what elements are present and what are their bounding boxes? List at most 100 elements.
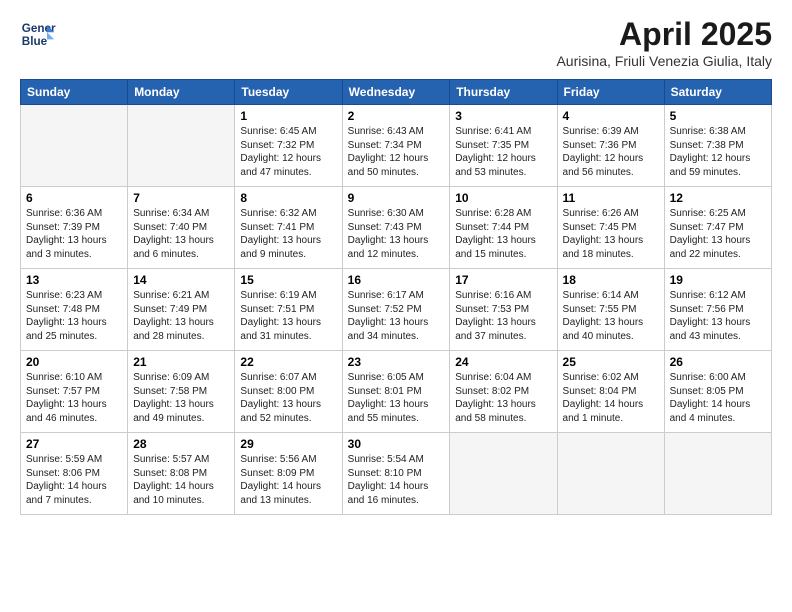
svg-text:General: General: [22, 22, 56, 35]
day-number: 13: [26, 273, 122, 287]
day-info: Sunrise: 6:12 AM Sunset: 7:56 PM Dayligh…: [670, 289, 766, 343]
day-cell: 20 Sunrise: 6:10 AM Sunset: 7:57 PM Dayli…: [21, 351, 128, 433]
day-number: 1: [240, 109, 336, 123]
day-cell: 27 Sunrise: 5:59 AM Sunset: 8:06 PM Dayli…: [21, 433, 128, 515]
header-cell-saturday: Saturday: [664, 80, 771, 105]
day-cell: 9 Sunrise: 6:30 AM Sunset: 7:43 PM Daylig…: [342, 187, 450, 269]
day-cell: [128, 105, 235, 187]
day-cell: 8 Sunrise: 6:32 AM Sunset: 7:41 PM Daylig…: [235, 187, 342, 269]
day-number: 6: [26, 191, 122, 205]
day-number: 5: [670, 109, 766, 123]
day-info: Sunrise: 5:59 AM Sunset: 8:06 PM Dayligh…: [26, 453, 122, 507]
day-info: Sunrise: 6:05 AM Sunset: 8:01 PM Dayligh…: [348, 371, 445, 425]
day-cell: 6Sunrise: 6:36 AM Sunset: 7:39 PM Daylig…: [21, 187, 128, 269]
day-number: 23: [348, 355, 445, 369]
day-cell: 29 Sunrise: 5:56 AM Sunset: 8:09 PM Dayli…: [235, 433, 342, 515]
day-cell: 21 Sunrise: 6:09 AM Sunset: 7:58 PM Dayli…: [128, 351, 235, 433]
day-info: Sunrise: 6:45 AM Sunset: 7:32 PM Dayligh…: [240, 125, 336, 179]
day-info: Sunrise: 5:56 AM Sunset: 8:09 PM Dayligh…: [240, 453, 336, 507]
day-info: Sunrise: 6:07 AM Sunset: 8:00 PM Dayligh…: [240, 371, 336, 425]
day-cell: 30Sunrise: 5:54 AM Sunset: 8:10 PM Dayli…: [342, 433, 450, 515]
day-number: 3: [455, 109, 551, 123]
day-number: 18: [563, 273, 659, 287]
day-cell: 7Sunrise: 6:34 AM Sunset: 7:40 PM Daylig…: [128, 187, 235, 269]
month-title: April 2025: [556, 16, 772, 53]
week-row-5: 27 Sunrise: 5:59 AM Sunset: 8:06 PM Dayli…: [21, 433, 772, 515]
day-number: 24: [455, 355, 551, 369]
day-number: 21: [133, 355, 229, 369]
day-info: Sunrise: 6:28 AM Sunset: 7:44 PM Dayligh…: [455, 207, 551, 261]
day-cell: 4 Sunrise: 6:39 AM Sunset: 7:36 PM Daylig…: [557, 105, 664, 187]
day-info: Sunrise: 6:26 AM Sunset: 7:45 PM Dayligh…: [563, 207, 659, 261]
day-number: 17: [455, 273, 551, 287]
page: General Blue April 2025 Aurisina, Friuli…: [0, 0, 792, 612]
day-cell: 15 Sunrise: 6:19 AM Sunset: 7:51 PM Dayli…: [235, 269, 342, 351]
day-info: Sunrise: 6:38 AM Sunset: 7:38 PM Dayligh…: [670, 125, 766, 179]
header-cell-monday: Monday: [128, 80, 235, 105]
header-cell-tuesday: Tuesday: [235, 80, 342, 105]
day-number: 4: [563, 109, 659, 123]
day-number: 11: [563, 191, 659, 205]
day-info: Sunrise: 6:02 AM Sunset: 8:04 PM Dayligh…: [563, 371, 659, 425]
day-info: Sunrise: 6:00 AM Sunset: 8:05 PM Dayligh…: [670, 371, 766, 425]
day-cell: 10 Sunrise: 6:28 AM Sunset: 7:44 PM Dayli…: [450, 187, 557, 269]
day-cell: 18 Sunrise: 6:14 AM Sunset: 7:55 PM Dayli…: [557, 269, 664, 351]
day-info: Sunrise: 6:17 AM Sunset: 7:52 PM Dayligh…: [348, 289, 445, 343]
day-cell: 1 Sunrise: 6:45 AM Sunset: 7:32 PM Daylig…: [235, 105, 342, 187]
week-row-3: 13Sunrise: 6:23 AM Sunset: 7:48 PM Dayli…: [21, 269, 772, 351]
day-number: 10: [455, 191, 551, 205]
day-number: 12: [670, 191, 766, 205]
day-cell: 23 Sunrise: 6:05 AM Sunset: 8:01 PM Dayli…: [342, 351, 450, 433]
day-number: 9: [348, 191, 445, 205]
day-number: 8: [240, 191, 336, 205]
week-row-4: 20 Sunrise: 6:10 AM Sunset: 7:57 PM Dayli…: [21, 351, 772, 433]
day-info: Sunrise: 6:04 AM Sunset: 8:02 PM Dayligh…: [455, 371, 551, 425]
header-cell-thursday: Thursday: [450, 80, 557, 105]
logo-icon: General Blue: [20, 16, 56, 52]
day-cell: [450, 433, 557, 515]
day-info: Sunrise: 6:09 AM Sunset: 7:58 PM Dayligh…: [133, 371, 229, 425]
header-cell-sunday: Sunday: [21, 80, 128, 105]
day-number: 30: [348, 437, 445, 451]
day-cell: 14 Sunrise: 6:21 AM Sunset: 7:49 PM Dayli…: [128, 269, 235, 351]
day-cell: 24 Sunrise: 6:04 AM Sunset: 8:02 PM Dayli…: [450, 351, 557, 433]
day-cell: 3 Sunrise: 6:41 AM Sunset: 7:35 PM Daylig…: [450, 105, 557, 187]
week-row-1: 1 Sunrise: 6:45 AM Sunset: 7:32 PM Daylig…: [21, 105, 772, 187]
day-number: 26: [670, 355, 766, 369]
svg-text:Blue: Blue: [22, 35, 48, 48]
day-number: 19: [670, 273, 766, 287]
day-info: Sunrise: 6:10 AM Sunset: 7:57 PM Dayligh…: [26, 371, 122, 425]
day-number: 20: [26, 355, 122, 369]
day-number: 25: [563, 355, 659, 369]
day-info: Sunrise: 6:16 AM Sunset: 7:53 PM Dayligh…: [455, 289, 551, 343]
day-info: Sunrise: 6:43 AM Sunset: 7:34 PM Dayligh…: [348, 125, 445, 179]
day-number: 29: [240, 437, 336, 451]
day-number: 16: [348, 273, 445, 287]
day-info: Sunrise: 6:32 AM Sunset: 7:41 PM Dayligh…: [240, 207, 336, 261]
calendar-header-row: SundayMondayTuesdayWednesdayThursdayFrid…: [21, 80, 772, 105]
day-info: Sunrise: 5:57 AM Sunset: 8:08 PM Dayligh…: [133, 453, 229, 507]
header: General Blue April 2025 Aurisina, Friuli…: [20, 16, 772, 69]
day-info: Sunrise: 6:19 AM Sunset: 7:51 PM Dayligh…: [240, 289, 336, 343]
day-cell: 26 Sunrise: 6:00 AM Sunset: 8:05 PM Dayli…: [664, 351, 771, 433]
day-info: Sunrise: 6:39 AM Sunset: 7:36 PM Dayligh…: [563, 125, 659, 179]
logo: General Blue: [20, 16, 56, 52]
day-number: 15: [240, 273, 336, 287]
day-number: 27: [26, 437, 122, 451]
day-cell: [21, 105, 128, 187]
day-info: Sunrise: 6:21 AM Sunset: 7:49 PM Dayligh…: [133, 289, 229, 343]
day-number: 14: [133, 273, 229, 287]
day-cell: 13Sunrise: 6:23 AM Sunset: 7:48 PM Dayli…: [21, 269, 128, 351]
location: Aurisina, Friuli Venezia Giulia, Italy: [556, 53, 772, 69]
day-info: Sunrise: 6:34 AM Sunset: 7:40 PM Dayligh…: [133, 207, 229, 261]
day-info: Sunrise: 6:14 AM Sunset: 7:55 PM Dayligh…: [563, 289, 659, 343]
header-cell-wednesday: Wednesday: [342, 80, 450, 105]
day-cell: 16 Sunrise: 6:17 AM Sunset: 7:52 PM Dayli…: [342, 269, 450, 351]
day-cell: [557, 433, 664, 515]
day-info: Sunrise: 6:41 AM Sunset: 7:35 PM Dayligh…: [455, 125, 551, 179]
day-cell: 17 Sunrise: 6:16 AM Sunset: 7:53 PM Dayli…: [450, 269, 557, 351]
day-cell: 19 Sunrise: 6:12 AM Sunset: 7:56 PM Dayli…: [664, 269, 771, 351]
day-info: Sunrise: 6:30 AM Sunset: 7:43 PM Dayligh…: [348, 207, 445, 261]
day-cell: 5 Sunrise: 6:38 AM Sunset: 7:38 PM Daylig…: [664, 105, 771, 187]
day-number: 2: [348, 109, 445, 123]
